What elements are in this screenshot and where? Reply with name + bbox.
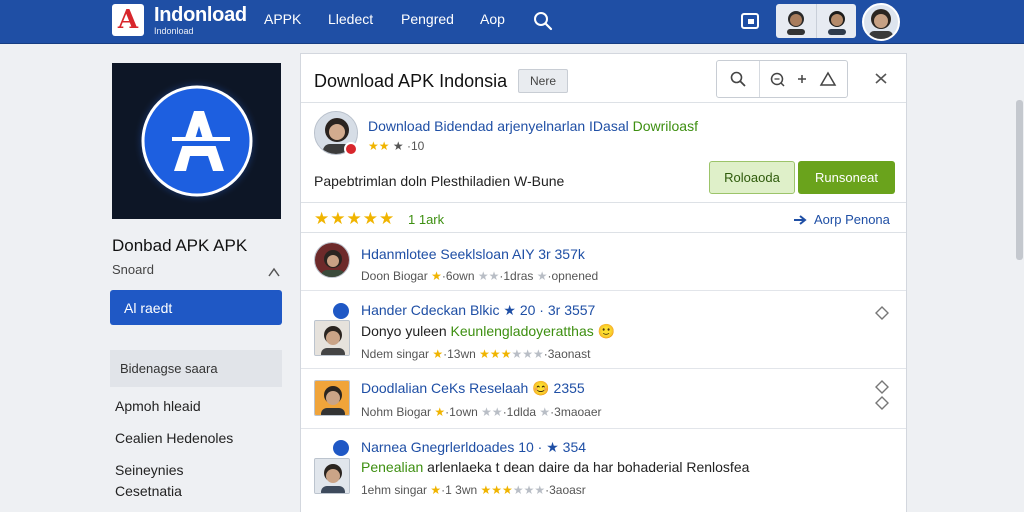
toolbar <box>716 60 848 98</box>
flag-icon[interactable] <box>875 380 889 394</box>
review-meta: Doon Biogar ★·6own ★★·1dras ★·opnened <box>361 269 599 283</box>
rating-count: 1 1ark <box>408 212 445 227</box>
arrow-icon <box>794 214 807 225</box>
app-icon <box>112 63 281 219</box>
sidebar-link[interactable]: Cealien Hedenoles <box>115 428 233 448</box>
nav-item-latest[interactable]: Lledect <box>328 11 373 27</box>
app-developer[interactable]: Snoard <box>112 262 154 277</box>
install-button[interactable]: Al raedt <box>110 290 282 325</box>
avatar <box>314 380 350 416</box>
divider <box>301 102 906 103</box>
nav-item-popular[interactable]: Pengred <box>401 11 454 27</box>
divider <box>301 202 906 203</box>
zoom-share-group[interactable] <box>759 61 847 97</box>
window-icon[interactable] <box>740 11 760 31</box>
search-icon[interactable] <box>532 10 554 32</box>
nav-item-apk[interactable]: APPK <box>264 11 301 27</box>
avatar <box>314 242 350 278</box>
rating-stars: ★★★★★ <box>314 209 396 228</box>
page-title: Download APK Indonsia <box>314 71 508 91</box>
status-dot <box>333 440 349 456</box>
logo-title: Indonload <box>154 4 247 26</box>
review-text: Donyo yuleen Keunlengladoyeratthas 🙂 <box>361 323 616 339</box>
featured-rating: ★★ ★ ·10 <box>368 139 425 153</box>
divider <box>301 290 906 291</box>
flag-icon[interactable] <box>875 396 889 410</box>
review-meta: Nohm Biogar ★·1own ★★·1dlda ★·3maoaer <box>361 405 602 419</box>
review-author[interactable]: Doodlalian CeKs Reselaah 😊 2355 <box>361 380 585 397</box>
account-switcher[interactable] <box>776 4 856 38</box>
sidebar-link[interactable]: Cesetnatia <box>115 481 182 501</box>
review-meta: Ndem singar ★·13wn ★★★★★★·3aonast <box>361 347 591 361</box>
review-author[interactable]: Hdanmlotee Seeklsloan AIY 3r 357k <box>361 246 585 262</box>
review-text: Penealian arlenlaeka t dean daire da har… <box>361 459 750 475</box>
avatar[interactable] <box>816 4 856 38</box>
flag-icon[interactable] <box>875 306 889 320</box>
profile-avatar[interactable] <box>862 3 900 41</box>
logo-subtitle: Indonload <box>154 26 194 36</box>
close-icon[interactable] <box>871 68 891 88</box>
review-meta: 1ehm singar ★·1 3wn ★★★★★★·3aoasr <box>361 483 586 497</box>
more-button[interactable]: Nere <box>518 69 568 93</box>
sidebar-section[interactable]: Bidenagse saara <box>110 350 282 387</box>
verified-badge <box>344 142 358 156</box>
avatar <box>314 458 350 494</box>
featured-title[interactable]: Download Bidendad arjenyelnarlan IDasal … <box>368 118 698 134</box>
featured-description: Papebtrimlan doln Plesthiladien W-Bune <box>314 173 565 189</box>
scrollbar[interactable] <box>1016 100 1023 260</box>
primary-button[interactable]: Runsoneat <box>798 161 895 194</box>
divider <box>301 368 906 369</box>
share-icon[interactable] <box>268 264 280 277</box>
review-author[interactable]: Narnea Gnegrlerldoades 10 · ★ 354 <box>361 439 586 456</box>
app-name: Donbad APK APK <box>112 236 248 255</box>
review-author[interactable]: Hander Cdeckan Blkic ★ 20 · 3r 3557 <box>361 302 595 319</box>
main-panel: Download APK Indonsia Nere Download Bide… <box>300 53 907 512</box>
top-bar: A Indonload Indonload APPK Lledect Pengr… <box>0 0 1024 44</box>
secondary-button[interactable]: Roloaoda <box>709 161 795 194</box>
status-dot <box>333 303 349 319</box>
avatar[interactable] <box>776 4 816 38</box>
divider <box>301 428 906 429</box>
sidebar-link[interactable]: Apmoh hleaid <box>115 396 201 416</box>
search-icon[interactable] <box>717 61 759 97</box>
sidebar-link[interactable]: Seineynies <box>115 460 184 480</box>
divider <box>301 232 906 233</box>
logo-icon: A <box>112 4 144 36</box>
site-logo[interactable]: A Indonload Indonload <box>112 4 247 36</box>
sort-link[interactable]: Aorp Penona <box>793 212 890 227</box>
avatar <box>314 320 350 356</box>
nav-item-app[interactable]: Aop <box>480 11 505 27</box>
